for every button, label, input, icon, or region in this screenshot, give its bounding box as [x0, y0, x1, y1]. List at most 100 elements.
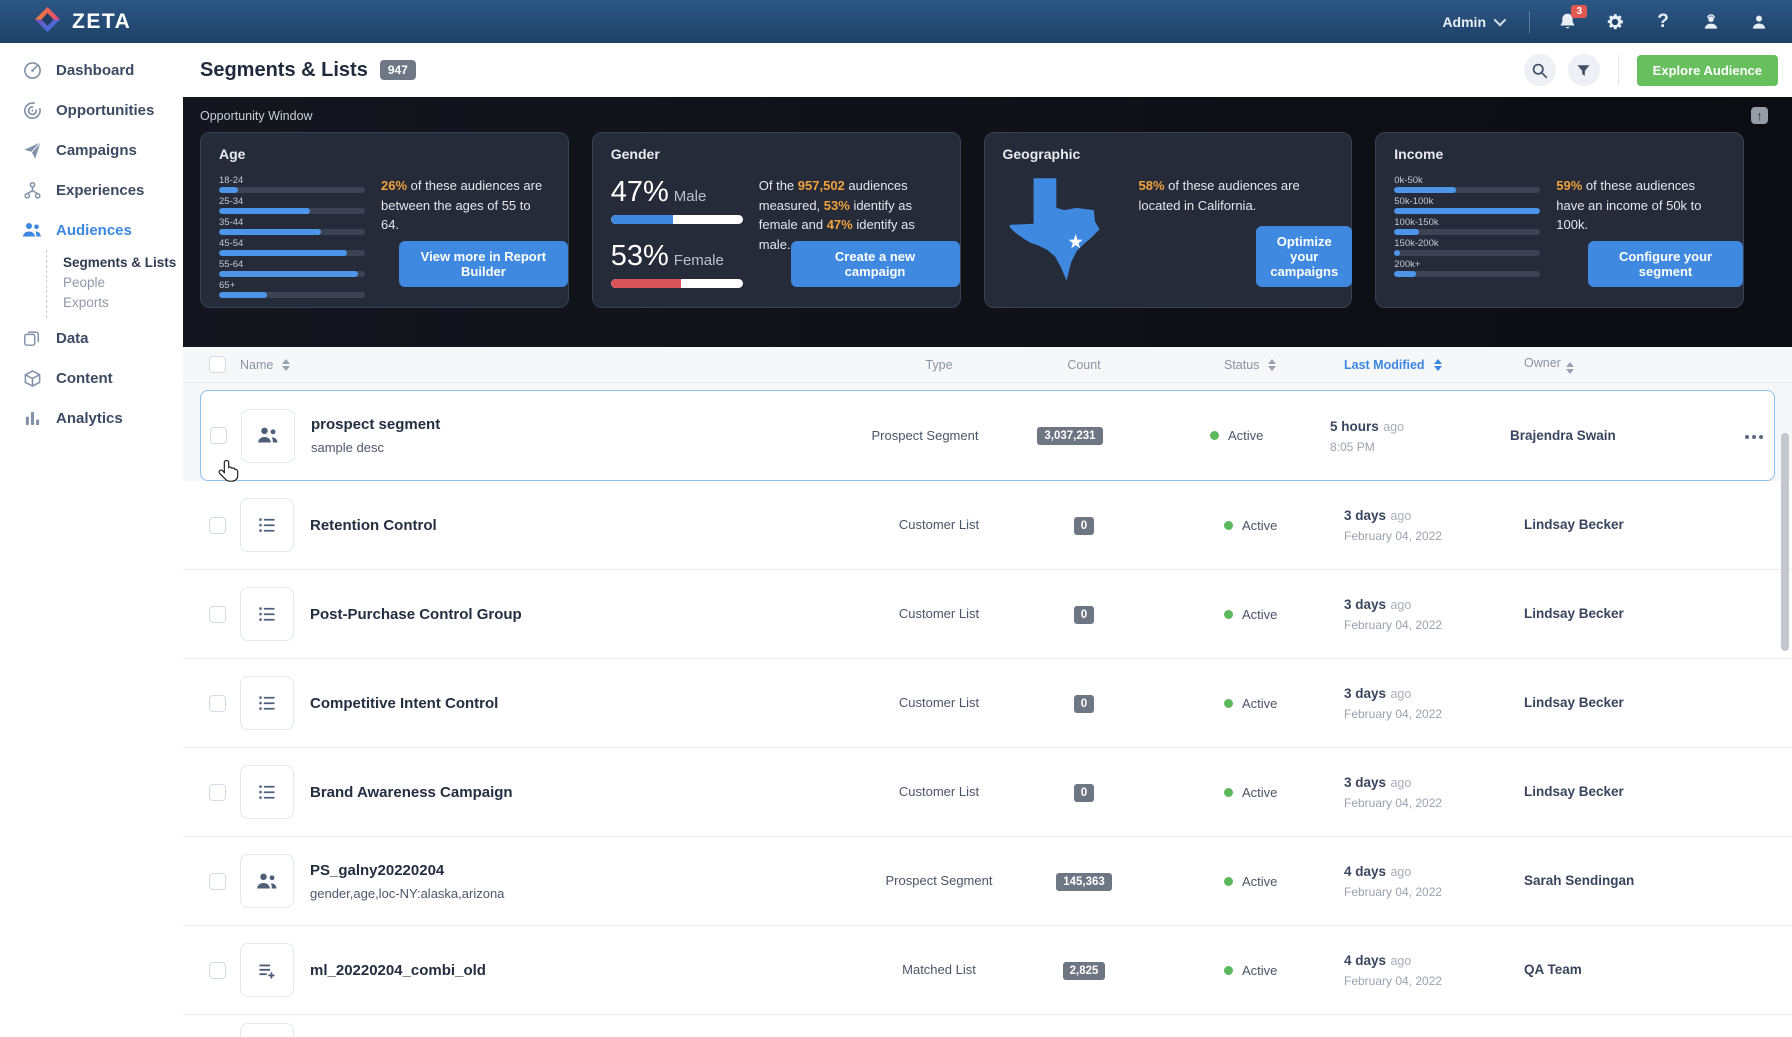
row-type: Customer List: [898, 695, 980, 710]
age-bar-label: 55-64: [219, 259, 244, 270]
search-button[interactable]: [1523, 54, 1556, 86]
select-all-checkbox[interactable]: [209, 356, 226, 373]
report-builder-button[interactable]: View more in Report Builder: [399, 241, 568, 287]
notification-count-badge: 3: [1571, 4, 1587, 18]
matched-list-icon: [240, 943, 294, 997]
sort-icon[interactable]: [1433, 358, 1442, 371]
table-row[interactable]: PS_galny20220204 gender,age,loc-NY:alask…: [183, 837, 1792, 926]
explore-audience-button[interactable]: Explore Audience: [1636, 54, 1778, 86]
row-actions-kebab-icon[interactable]: [1743, 429, 1765, 445]
column-header-last-modified[interactable]: Last Modified: [1344, 358, 1425, 372]
create-campaign-button[interactable]: Create a new campaign: [790, 241, 960, 287]
sidebar-item-opportunities[interactable]: Opportunities: [0, 90, 183, 130]
filter-button[interactable]: [1567, 54, 1600, 86]
row-modified-detail: 8:05 PM: [1330, 439, 1375, 454]
bar-chart-icon: [22, 410, 42, 427]
sidebar-item-exports[interactable]: Exports: [63, 292, 183, 312]
row-checkbox[interactable]: [209, 961, 226, 979]
row-name[interactable]: prospect segment: [311, 416, 440, 433]
row-description: sample desc: [311, 440, 384, 455]
configure-segment-button[interactable]: Configure your segment: [1588, 241, 1743, 287]
column-header-owner[interactable]: Owner: [1524, 356, 1561, 370]
row-description: gender,age,loc-NY:alaska,arizona: [310, 885, 505, 901]
age-bar-label: 25-34: [219, 196, 244, 207]
income-bar-fill: [1394, 271, 1417, 277]
row-status: Active: [1242, 695, 1278, 711]
row-count-badge: 0: [1073, 516, 1095, 535]
row-owner: QA Team: [1524, 962, 1582, 977]
total-count-badge: 947: [379, 60, 416, 80]
sidebar-item-campaigns[interactable]: Campaigns: [0, 130, 183, 170]
row-status: Active: [1242, 606, 1278, 622]
agent-user-icon[interactable]: [1700, 11, 1722, 33]
optimize-campaigns-button[interactable]: Optimize your campaigns: [1256, 226, 1353, 287]
sidebar-item-data[interactable]: Data: [0, 318, 183, 358]
row-modified: 4 days: [1344, 864, 1387, 879]
column-header-status[interactable]: Status: [1224, 358, 1259, 372]
row-icon-box: [240, 1023, 294, 1037]
row-name[interactable]: Retention Control: [310, 517, 437, 534]
sidebar-item-people[interactable]: People: [63, 272, 183, 292]
status-dot: [1224, 787, 1233, 797]
row-name[interactable]: PS_galny20220204: [310, 862, 504, 879]
admin-menu[interactable]: Admin: [1442, 13, 1507, 30]
chevron-down-icon: [1493, 13, 1507, 27]
filter-funnel-icon: [1577, 64, 1590, 76]
row-name[interactable]: ml_20220204_combi_old: [310, 962, 486, 979]
customer-list-icon: [240, 676, 294, 730]
sort-icon[interactable]: [1268, 358, 1277, 371]
sidebar-item-label: Audiences: [56, 221, 132, 239]
sidebar-item-segments-lists[interactable]: Segments & Lists: [63, 252, 183, 272]
column-header-count[interactable]: Count: [1067, 358, 1100, 372]
sidebar-item-label: Content: [56, 369, 113, 387]
sidebar-item-analytics[interactable]: Analytics: [0, 398, 183, 438]
column-header-type[interactable]: Type: [925, 358, 952, 372]
sidebar-item-content[interactable]: Content: [0, 358, 183, 398]
table-row[interactable]: Retention Control Customer List 0 Active…: [183, 481, 1792, 570]
admin-label: Admin: [1442, 13, 1486, 30]
row-checkbox[interactable]: [209, 516, 226, 534]
page-title: Segments & Lists: [200, 58, 368, 81]
audiences-subnav: Segments & Lists People Exports: [46, 250, 183, 318]
table-row[interactable]: Competitive Intent Control Customer List…: [183, 659, 1792, 748]
help-icon[interactable]: ?: [1652, 11, 1674, 33]
row-status: Active: [1242, 517, 1278, 533]
notifications-bell-icon[interactable]: 3: [1556, 4, 1587, 33]
row-type: Prospect Segment: [871, 427, 979, 443]
income-card: Income 0k-50k 50k-100k 100k-150k 150k-20…: [1375, 132, 1744, 308]
row-checkbox[interactable]: [209, 872, 226, 890]
row-owner: Sarah Sendingan: [1524, 873, 1635, 888]
table-row[interactable]: Brand Awareness Campaign Customer List 0…: [183, 748, 1792, 837]
sort-icon[interactable]: [1565, 361, 1574, 374]
sidebar-item-experiences[interactable]: Experiences: [0, 170, 183, 210]
sidebar-item-audiences[interactable]: Audiences: [0, 210, 183, 250]
row-owner: Lindsay Becker: [1524, 517, 1624, 532]
row-checkbox[interactable]: [210, 427, 227, 444]
table-row[interactable]: Post-Purchase Control Group Customer Lis…: [183, 570, 1792, 659]
people-icon: [22, 221, 42, 239]
row-name[interactable]: Post-Purchase Control Group: [310, 606, 522, 623]
row-checkbox[interactable]: [209, 694, 226, 712]
zeta-logo[interactable]: ZETA: [34, 6, 131, 38]
collapse-panel-icon[interactable]: ↑: [1751, 107, 1768, 124]
sort-icon[interactable]: [282, 358, 291, 371]
row-type: Customer List: [898, 606, 980, 621]
settings-gear-icon[interactable]: [1604, 11, 1626, 33]
row-count-badge: 0: [1073, 783, 1095, 802]
gender-card-title: Gender: [610, 146, 660, 162]
table-row-partial: [183, 1015, 1792, 1037]
row-count-badge: 0: [1073, 694, 1095, 713]
age-card-title: Age: [219, 146, 246, 162]
row-checkbox[interactable]: [209, 783, 226, 801]
income-bar-label: 100k-150k: [1394, 217, 1439, 228]
table-row[interactable]: prospect segment sample desc Prospect Se…: [200, 390, 1775, 481]
scrollbar-thumb[interactable]: [1781, 433, 1789, 651]
column-header-name[interactable]: Name: [240, 358, 273, 372]
row-name[interactable]: Brand Awareness Campaign: [310, 784, 513, 801]
table-row[interactable]: ml_20220204_combi_old Matched List 2,825…: [183, 926, 1792, 1015]
profile-user-icon[interactable]: [1748, 11, 1770, 33]
age-bar-label: 18-24: [219, 175, 244, 186]
row-checkbox[interactable]: [209, 605, 226, 623]
row-name[interactable]: Competitive Intent Control: [310, 695, 498, 712]
sidebar-item-dashboard[interactable]: Dashboard: [0, 50, 183, 90]
